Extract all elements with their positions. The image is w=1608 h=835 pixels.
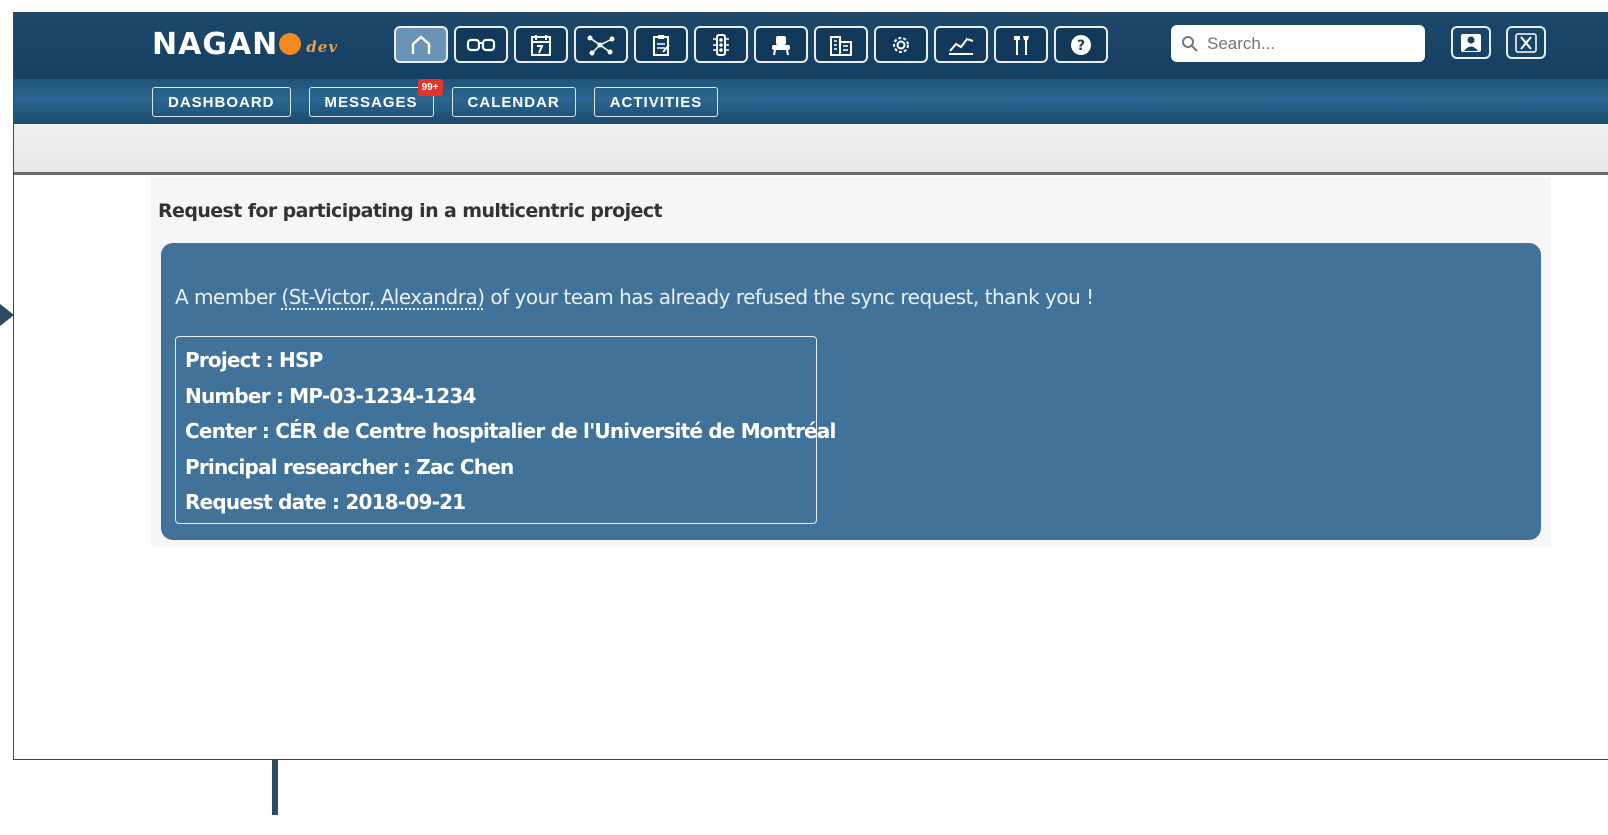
tab-messages[interactable]: MESSAGES 99+ [308, 79, 443, 117]
detail-request-date: Request date : 2018-09-21 [185, 490, 466, 514]
search-icon [1182, 35, 1198, 52]
tools-icon [1014, 35, 1029, 55]
tab-calendar[interactable]: CALENDAR [451, 87, 576, 117]
logout-button[interactable] [1506, 26, 1546, 59]
svg-text:?: ? [1077, 38, 1085, 54]
chair-button[interactable] [754, 26, 808, 63]
main-icon-toolbar: ? [394, 26, 1108, 63]
clipboard-button[interactable] [634, 26, 688, 63]
message-prefix: A member [175, 285, 282, 309]
chair-icon [772, 35, 790, 55]
search-box[interactable] [1171, 25, 1425, 62]
building-button[interactable] [814, 26, 868, 63]
help-button[interactable]: ? [1054, 26, 1108, 63]
search-input[interactable] [1205, 32, 1409, 55]
profile-button[interactable] [1451, 26, 1491, 59]
home-button[interactable] [394, 26, 448, 63]
detail-principal-researcher: Principal researcher : Zac Chen [185, 454, 514, 479]
member-link[interactable]: (St-Victor, Alexandra) [281, 285, 485, 309]
chart-line-icon [949, 37, 974, 55]
glasses-icon [466, 38, 496, 51]
app-window: NAGAN dev ? Search... DASHBOARD MESSAGES… [13, 12, 1608, 760]
message-suffix: of your team has already refused the syn… [484, 285, 1094, 309]
request-panel: A member (St-Victor, Alexandra) of your … [161, 243, 1541, 540]
tab-dashboard[interactable]: DASHBOARD [152, 87, 291, 117]
logo-dev-label: dev [306, 38, 339, 56]
detail-project: Project : HSP [185, 348, 323, 372]
clipboard-icon [653, 34, 670, 56]
top-header: NAGAN dev ? Search... [14, 13, 1608, 79]
status-message: A member (St-Victor, Alexandra) of your … [175, 285, 1094, 309]
annotation-arrow-right-icon [0, 304, 14, 326]
calendar-icon [531, 34, 551, 56]
tab-activities[interactable]: ACTIVITIES [593, 87, 719, 117]
traffic-light-icon [713, 33, 729, 56]
gear-icon [893, 36, 909, 53]
tab-messages-label: MESSAGES [324, 93, 418, 111]
network-icon [587, 35, 615, 55]
user-icon [1461, 33, 1481, 52]
project-details-box: Project : HSP Number : MP-03-1234-1234 C… [175, 336, 836, 524]
nav-tabs: DASHBOARD MESSAGES 99+ CALENDAR ACTIVITI… [152, 79, 719, 117]
settings-button[interactable] [874, 26, 928, 63]
glasses-button[interactable] [454, 26, 508, 63]
traffic-light-button[interactable] [694, 26, 748, 63]
calendar-button[interactable] [514, 26, 568, 63]
toolbar-strip [14, 124, 1608, 175]
statistics-button[interactable] [934, 26, 988, 63]
network-button[interactable] [574, 26, 628, 63]
messages-count-badge: 99+ [417, 79, 443, 96]
close-icon [1515, 32, 1537, 53]
detail-center: Center : CÉR de Centre hospitalier de l'… [185, 419, 836, 443]
help-icon: ? [1071, 34, 1091, 55]
nagano-logo[interactable]: NAGAN dev [152, 26, 339, 62]
building-icon [830, 35, 852, 56]
detail-number: Number : MP-03-1234-1234 [185, 383, 476, 408]
tools-button[interactable] [994, 26, 1048, 63]
home-icon [411, 34, 431, 54]
logo-o-icon [279, 33, 302, 55]
logo-text: NAGAN [152, 26, 279, 62]
page-title: Request for participating in a multicent… [158, 200, 663, 222]
